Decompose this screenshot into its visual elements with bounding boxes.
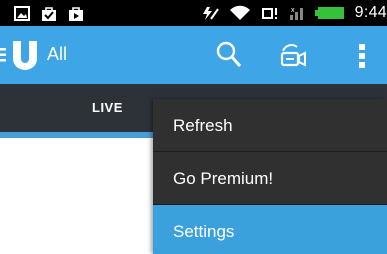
image-icon	[14, 6, 30, 21]
broadcast-camera-icon[interactable]	[279, 41, 307, 69]
shopping-bag-icon	[69, 7, 83, 21]
search-icon[interactable]	[216, 41, 242, 69]
do-not-disturb-icon	[202, 7, 219, 20]
battery-icon	[314, 7, 344, 19]
signal-icon: x	[289, 7, 303, 20]
logo-u-icon[interactable]	[12, 40, 38, 70]
notification-icons	[14, 6, 84, 22]
menu-item-go-premium[interactable]: Go Premium!	[153, 152, 387, 204]
svg-text:x: x	[291, 7, 295, 14]
tab-live[interactable]: LIVE	[92, 100, 123, 115]
page-title[interactable]: All	[47, 44, 67, 65]
system-icons: x 9:44	[201, 4, 387, 22]
clock: 9:44	[354, 4, 387, 21]
sync-icon	[261, 8, 277, 19]
wifi-icon	[229, 5, 250, 20]
menu-item-label: Refresh	[173, 116, 233, 135]
menu-item-label: Go Premium!	[173, 169, 274, 188]
overflow-menu: Refresh Go Premium! Settings	[153, 99, 387, 254]
menu-icon[interactable]	[0, 48, 6, 62]
status-bar: x 9:44	[0, 0, 387, 26]
menu-item-refresh[interactable]: Refresh	[153, 99, 387, 151]
action-bar: All	[0, 26, 387, 84]
more-vertical-icon[interactable]	[357, 44, 367, 68]
menu-item-settings[interactable]: Settings	[153, 205, 387, 254]
menu-item-label: Settings	[173, 222, 235, 241]
app-screen: x 9:44 All LIVE Refresh Go Premium! Sett…	[0, 0, 387, 254]
checkbox-bag-icon	[42, 7, 56, 21]
